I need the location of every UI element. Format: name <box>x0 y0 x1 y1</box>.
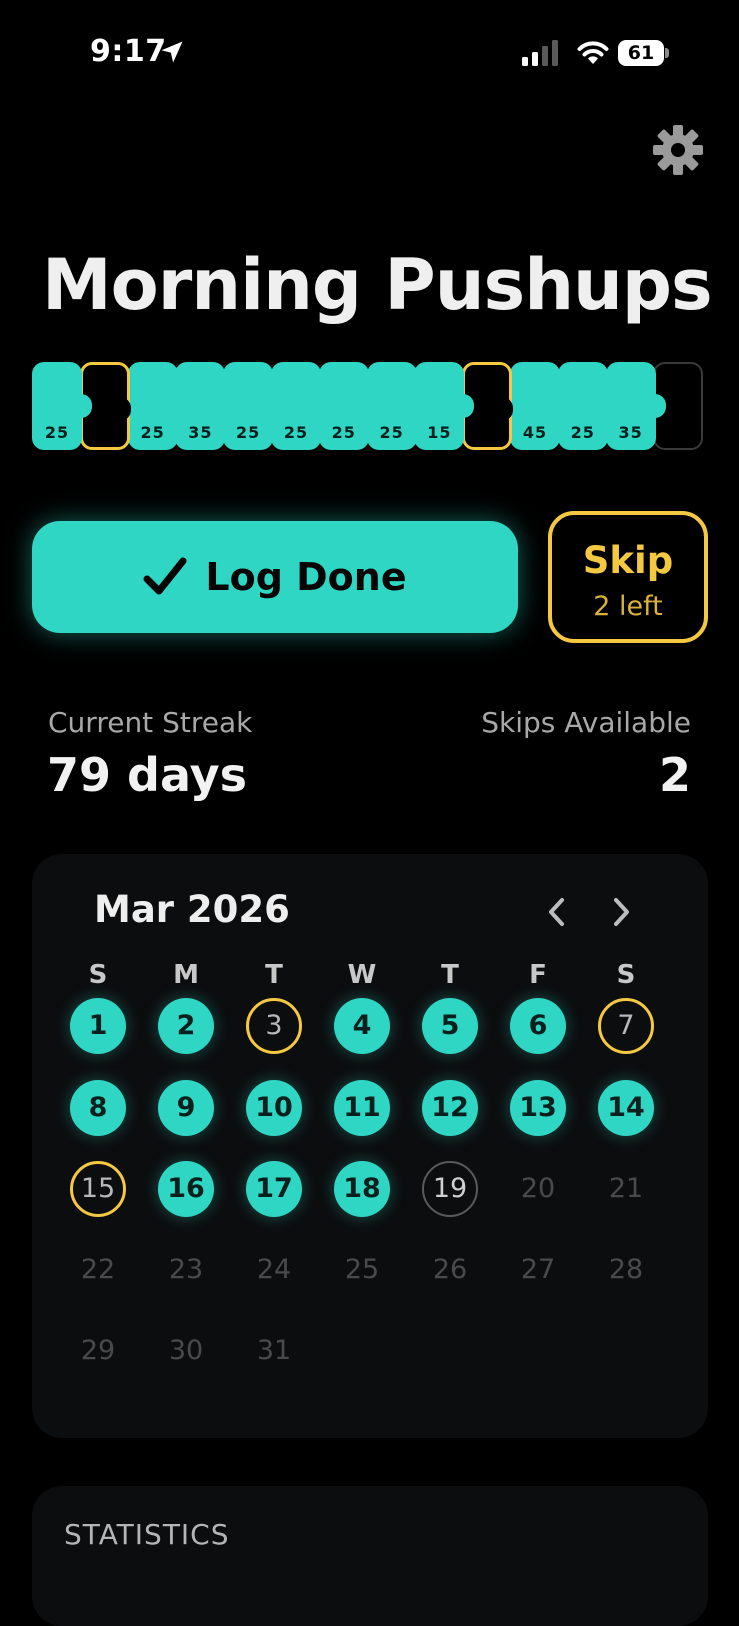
weekday-header: S <box>88 960 108 990</box>
location-arrow-icon <box>161 41 183 63</box>
chain-link-done: 15 <box>414 362 475 450</box>
calendar-day[interactable]: 20 <box>510 1161 566 1217</box>
chevron-left-icon[interactable] <box>542 894 572 930</box>
weekday-header: T <box>265 960 283 990</box>
calendar-card: Mar 2026 S M T W T F S 1 2 3 4 5 6 7 8 9 10 11 12 13 14 15 16 1… <box>32 854 708 1438</box>
calendar-day[interactable]: 7 <box>598 998 654 1054</box>
weekday-header: S <box>616 960 636 990</box>
habit-title: Morning Pushups <box>42 244 713 326</box>
calendar-day[interactable]: 4 <box>334 998 390 1054</box>
chain-link-done: 25 <box>271 362 321 450</box>
statistics-card: STATISTICS <box>32 1486 708 1626</box>
current-streak-value: 79 days <box>47 748 247 802</box>
streak-chain: 25 25 35 25 25 25 25 15 45 25 35 <box>32 362 708 450</box>
status-time: 9:17 <box>90 34 167 69</box>
chain-link-value: 25 <box>331 423 356 442</box>
calendar-day[interactable]: 23 <box>158 1242 214 1298</box>
calendar-day[interactable]: 8 <box>70 1080 126 1136</box>
chain-link-done: 35 <box>175 362 226 450</box>
calendar-day[interactable]: 17 <box>246 1161 302 1217</box>
chain-link-done: 35 <box>605 362 666 450</box>
skips-available-value: 2 <box>658 748 691 802</box>
calendar-day[interactable]: 27 <box>510 1242 566 1298</box>
chain-link-value: 45 <box>522 423 548 442</box>
weekday-header: F <box>529 960 547 990</box>
calendar-day[interactable]: 15 <box>70 1161 126 1217</box>
chain-link-done: 25 <box>127 362 178 450</box>
chain-link-value: 25 <box>140 423 165 442</box>
chain-link-value: 35 <box>188 423 213 442</box>
calendar-day[interactable]: 29 <box>70 1323 126 1379</box>
log-done-label: Log Done <box>205 555 407 599</box>
calendar-day[interactable]: 24 <box>246 1242 302 1298</box>
battery-level: 61 <box>627 42 655 64</box>
calendar-day[interactable]: 28 <box>598 1242 654 1298</box>
calendar-day[interactable]: 22 <box>70 1242 126 1298</box>
battery-icon: 61 <box>618 40 670 66</box>
calendar-day[interactable]: 16 <box>158 1161 214 1217</box>
calendar-day[interactable]: 25 <box>334 1242 390 1298</box>
calendar-day[interactable]: 9 <box>158 1080 214 1136</box>
calendar-day[interactable]: 11 <box>334 1080 390 1136</box>
calendar-month-label: Mar 2026 <box>94 888 290 931</box>
calendar-day[interactable]: 31 <box>246 1323 302 1379</box>
chain-link-done: 25 <box>366 362 417 450</box>
calendar-day[interactable]: 3 <box>246 998 302 1054</box>
chain-link-done: 45 <box>510 362 560 450</box>
statistics-heading: STATISTICS <box>64 1518 230 1551</box>
skips-left-label: 2 left <box>593 591 663 622</box>
chain-link-value: 35 <box>618 423 643 442</box>
checkmark-icon <box>143 557 187 595</box>
chain-link-value: 15 <box>427 423 452 442</box>
calendar-day[interactable]: 26 <box>422 1242 478 1298</box>
weekday-header: W <box>347 960 377 990</box>
weekday-header: T <box>441 960 459 990</box>
chain-link-value: 25 <box>44 423 70 442</box>
skip-label: Skip <box>582 539 674 582</box>
chain-link-done: 25 <box>223 362 274 450</box>
calendar-day[interactable]: 14 <box>598 1080 654 1136</box>
calendar-day[interactable]: 2 <box>158 998 214 1054</box>
gear-icon[interactable] <box>652 124 704 176</box>
chain-link-value: 25 <box>283 423 309 442</box>
calendar-day[interactable]: 1 <box>70 998 126 1054</box>
chain-link-value: 25 <box>236 423 261 442</box>
chain-link-done: 25 <box>557 362 608 450</box>
calendar-day[interactable]: 13 <box>510 1080 566 1136</box>
chain-link-value: 25 <box>379 423 404 442</box>
signal-icon <box>522 40 558 66</box>
calendar-day[interactable]: 21 <box>598 1161 654 1217</box>
calendar-day[interactable]: 19 <box>422 1161 478 1217</box>
calendar-day[interactable]: 10 <box>246 1080 302 1136</box>
weekday-header: M <box>173 960 199 990</box>
chevron-right-icon[interactable] <box>606 894 636 930</box>
chain-link-done: 25 <box>318 362 369 450</box>
calendar-day[interactable]: 18 <box>334 1161 390 1217</box>
chain-link-value: 25 <box>570 423 595 442</box>
wifi-icon <box>577 41 609 64</box>
skips-available-label: Skips Available <box>481 706 691 739</box>
skip-button[interactable]: Skip 2 left <box>548 511 708 643</box>
calendar-day[interactable]: 12 <box>422 1080 478 1136</box>
current-streak-label: Current Streak <box>48 706 253 739</box>
calendar-day[interactable]: 30 <box>158 1323 214 1379</box>
calendar-day[interactable]: 6 <box>510 998 566 1054</box>
log-done-button[interactable]: Log Done <box>32 521 518 633</box>
chain-link-done: 25 <box>32 362 92 450</box>
calendar-day[interactable]: 5 <box>422 998 478 1054</box>
